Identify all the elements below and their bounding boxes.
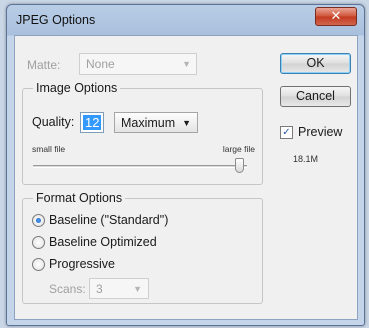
chevron-down-icon: ▼ bbox=[182, 118, 191, 128]
radio-button[interactable] bbox=[32, 214, 45, 227]
scans-value: 3 bbox=[96, 282, 103, 296]
quality-input[interactable]: 12 bbox=[80, 112, 104, 133]
chevron-down-icon: ▼ bbox=[133, 284, 142, 294]
radio-label: Baseline Optimized bbox=[49, 235, 157, 249]
large-file-label: large file bbox=[222, 144, 255, 154]
matte-label: Matte: bbox=[27, 58, 61, 72]
title-bar[interactable]: JPEG Options ✕ bbox=[7, 5, 364, 35]
preview-label: Preview bbox=[298, 125, 343, 139]
close-icon: ✕ bbox=[330, 9, 342, 24]
radio-label: Baseline ("Standard") bbox=[49, 213, 169, 227]
quality-slider-thumb[interactable] bbox=[235, 158, 244, 173]
chevron-down-icon: ▼ bbox=[182, 59, 191, 69]
file-size-readout: 18.1M bbox=[293, 154, 319, 164]
quality-value: 12 bbox=[83, 115, 102, 130]
format-options-group: Format Options Baseline ("Standard") Bas… bbox=[22, 191, 263, 304]
image-options-group: Image Options Quality: 12 Maximum ▼ smal… bbox=[22, 81, 263, 185]
format-options-title: Format Options bbox=[33, 191, 126, 205]
small-file-label: small file bbox=[32, 144, 66, 154]
ok-button[interactable]: OK bbox=[280, 53, 351, 74]
radio-button[interactable] bbox=[32, 236, 45, 249]
dialog-body: Matte: None ▼ Image Options Quality: 12 … bbox=[14, 35, 358, 320]
quality-preset-value: Maximum bbox=[121, 116, 176, 130]
quality-slider-track[interactable] bbox=[33, 165, 247, 168]
jpeg-options-dialog: JPEG Options ✕ Matte: None ▼ Image Optio… bbox=[6, 4, 365, 326]
close-button[interactable]: ✕ bbox=[315, 7, 357, 26]
matte-dropdown[interactable]: None ▼ bbox=[79, 53, 197, 75]
matte-value: None bbox=[86, 57, 115, 71]
quality-preset-dropdown[interactable]: Maximum ▼ bbox=[114, 112, 198, 133]
quality-label: Quality: bbox=[32, 115, 75, 129]
scans-label: Scans: bbox=[49, 282, 86, 296]
cancel-button[interactable]: Cancel bbox=[280, 86, 351, 107]
image-options-title: Image Options bbox=[33, 81, 121, 95]
scans-dropdown[interactable]: 3 ▼ bbox=[89, 278, 149, 299]
radio-button[interactable] bbox=[32, 258, 45, 271]
radio-label: Progressive bbox=[49, 257, 115, 271]
dialog-title: JPEG Options bbox=[16, 13, 96, 27]
preview-checkbox[interactable]: ✓ bbox=[280, 126, 293, 139]
